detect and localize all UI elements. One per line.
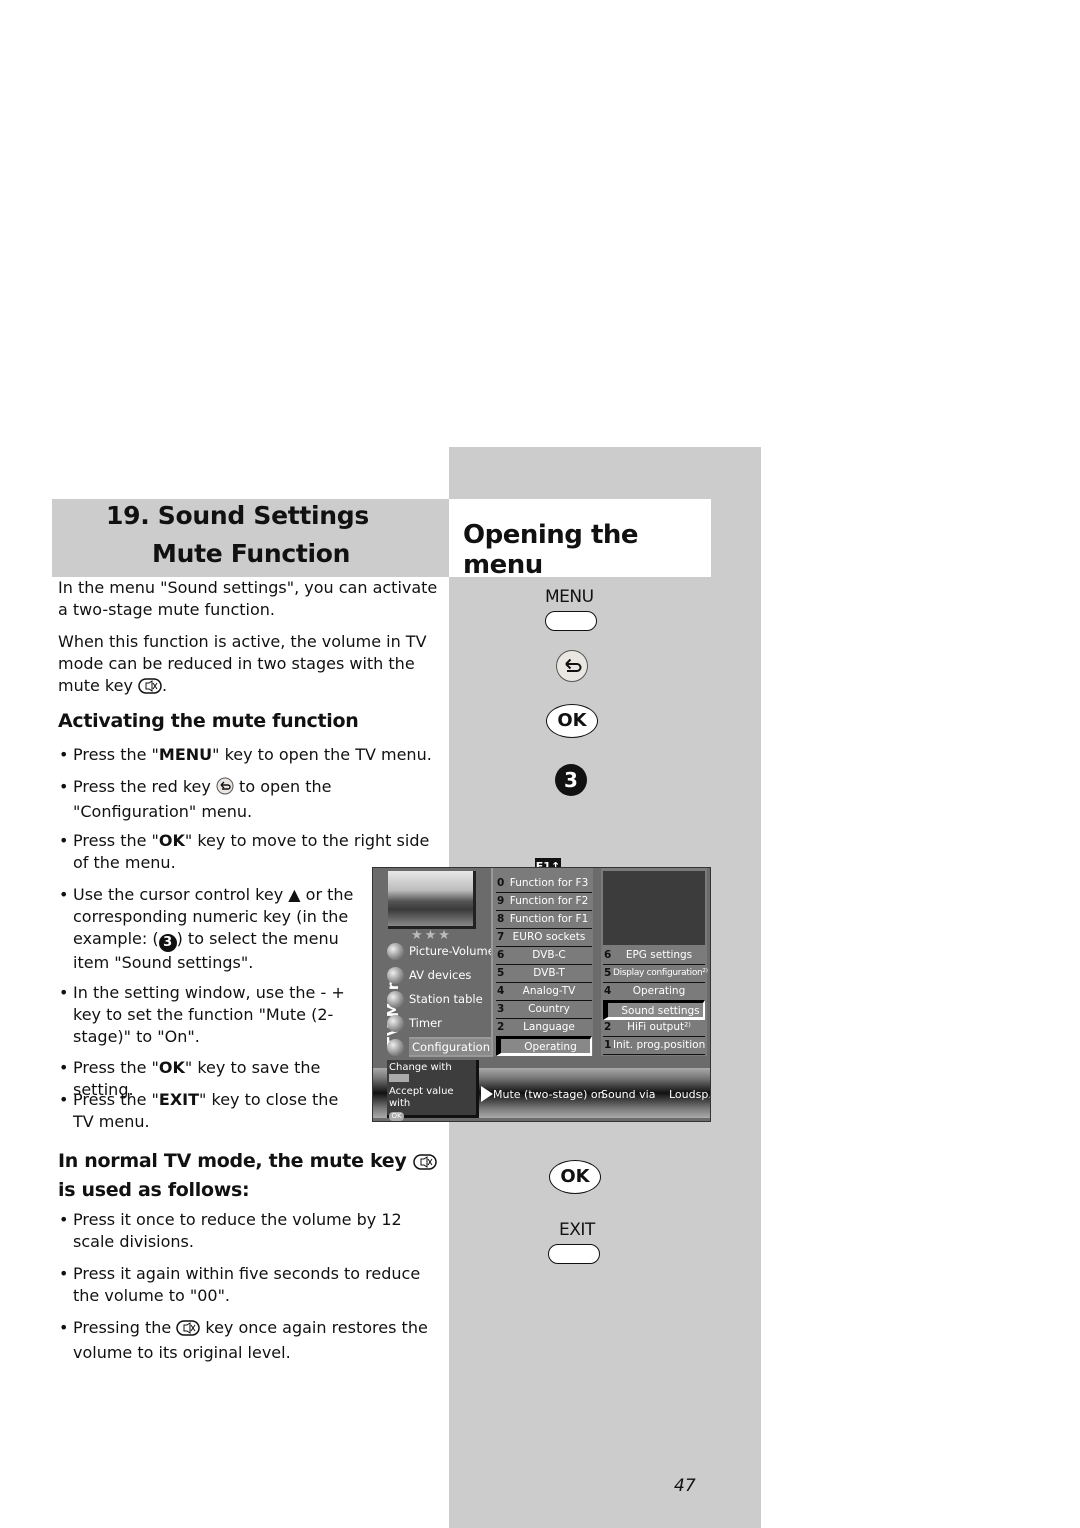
intro-paragraph-2: When this function is active, the volume… <box>58 631 443 700</box>
minus-plus-key-icon <box>389 1074 409 1082</box>
opening-menu-title: Opening the menu <box>463 520 639 580</box>
menu-ball-icon <box>387 943 404 960</box>
submenu-item[interactable]: 6 DVB-C <box>496 947 592 965</box>
ok-key-icon: OK <box>389 1112 404 1121</box>
submenu-item[interactable]: 7 EURO sockets <box>496 929 592 947</box>
sound-via-value[interactable]: Loudsp. <box>669 1088 710 1101</box>
configuration-submenu: 0 Function for F3 9 Function for F2 8 Funct… <box>491 868 593 1056</box>
menu-ball-icon <box>387 991 404 1008</box>
tv-menu-screenshot: ★★★ TV-Menu Picture-Volume AV devices St… <box>372 867 711 1122</box>
sound-via-label: Sound via <box>601 1088 656 1101</box>
mute-key-icon <box>413 1151 437 1177</box>
opening-menu-title-box: Opening the menu <box>449 499 711 580</box>
play-arrow-icon <box>481 1086 493 1102</box>
page-number: 47 <box>674 1476 696 1496</box>
step-select-sound: Use the cursor control key ▲ or the corr… <box>58 884 368 974</box>
menu-key-icon <box>545 611 597 631</box>
submenu-item[interactable]: 4 Analog-TV <box>496 983 592 1001</box>
operating-submenu: 6 EPG settings 5 Display configuration²⁾ 4… <box>601 868 708 1056</box>
mute-step-restore: Pressing the key once again restores the… <box>58 1317 443 1364</box>
normal-mode-heading: In normal TV mode, the mute key is used … <box>58 1148 443 1203</box>
activating-heading: Activating the mute function <box>58 710 359 732</box>
hint-box: Change with Accept value with OK <box>387 1060 479 1121</box>
picture-thumbnail <box>388 871 476 929</box>
numeric-key-3-icon: 3 <box>555 764 587 796</box>
submenu-item-selected[interactable]: Operating <box>496 1036 592 1056</box>
submenu-item[interactable]: 2 Language <box>496 1019 592 1037</box>
info-area <box>603 871 705 945</box>
exit-key-label: EXIT <box>559 1220 595 1240</box>
intro-paragraph-1: In the menu "Sound settings", you can ac… <box>58 578 438 619</box>
mute-key-icon <box>176 1320 201 1342</box>
section-subtitle: Mute Function <box>152 539 351 568</box>
submenu-item[interactable]: 9 Function for F2 <box>496 893 592 911</box>
mute-step-once: Press it once to reduce the volume by 12… <box>58 1209 443 1253</box>
section-title: 19. Sound Settings <box>106 501 369 530</box>
submenu-item[interactable]: 5 DVB-T <box>496 965 592 983</box>
exit-key-icon <box>548 1244 600 1264</box>
submenu-item[interactable]: 3 Country <box>496 1001 592 1019</box>
intro-text: When this function is active, the volume… <box>58 632 427 695</box>
submenu-item[interactable]: 5 Display configuration²⁾ <box>603 965 708 983</box>
ok-key-icon: OK <box>549 1160 601 1194</box>
menu-key-label: MENU <box>545 587 594 607</box>
submenu-item[interactable]: 6 EPG settings <box>603 947 705 965</box>
submenu-item[interactable]: 2 HiFi output²⁾ <box>603 1019 705 1037</box>
intro-period: . <box>162 676 168 695</box>
mute-key-icon <box>138 678 162 700</box>
submenu-item[interactable]: 1 Init. prog.position <box>603 1037 705 1055</box>
submenu-item[interactable]: 4 Operating <box>603 983 705 1001</box>
submenu-item[interactable]: 8 Function for F1 <box>496 911 592 929</box>
step-set-mute: In the setting window, use the - + key t… <box>58 982 368 1048</box>
step-menu: Press the "MENU" key to open the TV menu… <box>58 744 443 766</box>
submenu-item-sound-settings[interactable]: Sound settings <box>603 1000 705 1020</box>
red-key-icon <box>556 650 588 682</box>
menu-ball-icon <box>387 1039 404 1056</box>
red-key-icon <box>216 777 234 801</box>
menu-ball-icon <box>387 967 404 984</box>
step-exit: Press the "EXIT" key to close the TV men… <box>58 1089 358 1133</box>
section-title-box: 19. Sound Settings Mute Function <box>52 499 449 577</box>
ok-key-icon: OK <box>546 704 598 738</box>
mute-setting-value[interactable]: Mute (two-stage) on <box>493 1088 605 1101</box>
menu-ball-icon <box>387 1015 404 1032</box>
step-red-key: Press the red key to open the "Configura… <box>58 776 428 823</box>
submenu-item[interactable]: 0 Function for F3 <box>496 875 592 893</box>
numeric-key-3-icon: 3 <box>158 934 177 952</box>
mute-step-twice: Press it again within five seconds to re… <box>58 1263 443 1307</box>
